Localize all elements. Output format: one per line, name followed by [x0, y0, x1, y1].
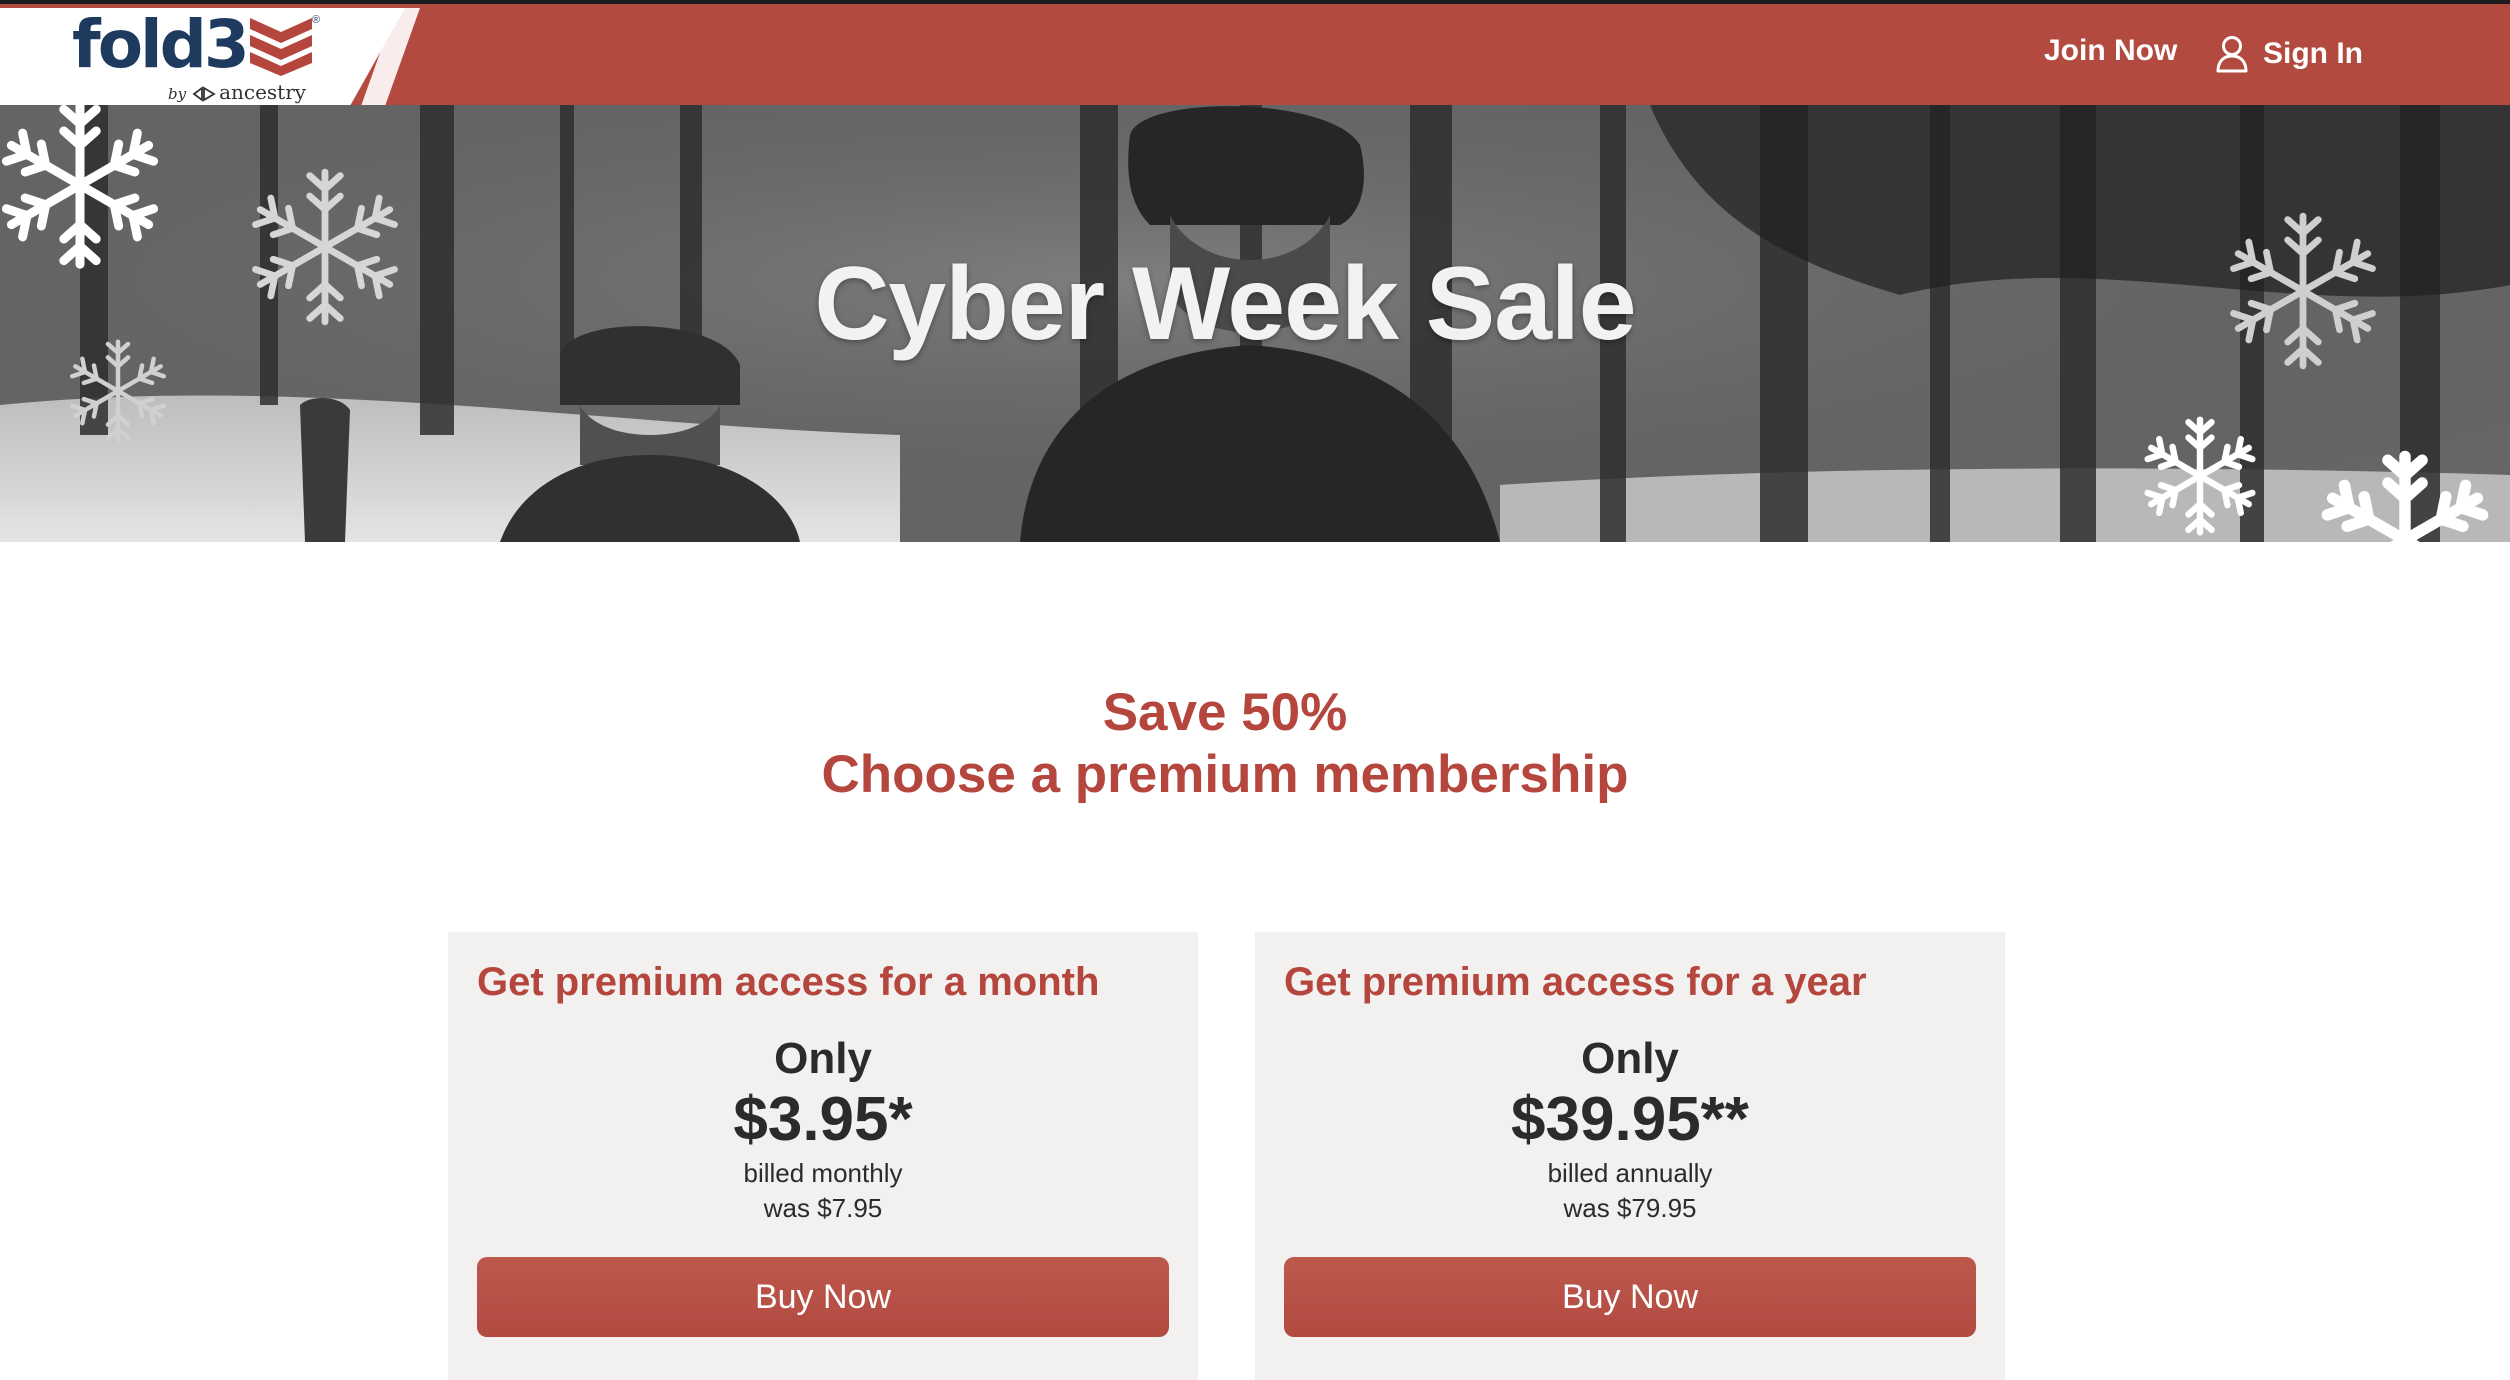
plan-price: $3.95*	[733, 1085, 913, 1154]
buy-now-monthly-button[interactable]: Buy Now	[477, 1257, 1169, 1337]
snowflake-icon	[2136, 405, 2264, 542]
logo-by-text: by	[168, 85, 187, 103]
plan-price: $39.95**	[1511, 1085, 1749, 1154]
plan-title: Get premium access for a month	[477, 960, 1100, 1004]
ancestry-leaf-icon	[192, 85, 216, 102]
logo-byline: by ancestry	[168, 80, 306, 104]
discount-headline: Save 50%	[1102, 683, 1348, 742]
plan-card-monthly: Get premium access for a month Only $3.9…	[448, 932, 1198, 1380]
sign-in-link[interactable]: Sign In	[2215, 32, 2363, 76]
plan-billing: billed monthly	[743, 1158, 903, 1188]
site-header: fold3 ® by ancestry Join Now Sign In	[0, 0, 2510, 109]
user-icon	[2216, 36, 2248, 73]
hero-title: Cyber Week Sale	[814, 246, 1636, 362]
plan-original-price: was $79.95	[1563, 1193, 1697, 1223]
registered-mark: ®	[312, 14, 321, 26]
snowflake-icon	[2310, 445, 2500, 542]
plan-billing: billed annually	[1547, 1158, 1713, 1188]
plan-original-price: was $7.95	[763, 1193, 883, 1223]
sign-in-label: Sign In	[2263, 37, 2363, 70]
membership-subheadline: Choose a premium membership	[821, 745, 1629, 804]
buy-now-annual-button[interactable]: Buy Now	[1284, 1257, 1976, 1337]
plan-card-annual: Get premium access for a year Only $39.9…	[1255, 932, 2005, 1380]
fold3-logo-text[interactable]: fold3	[72, 10, 250, 80]
plan-title: Get premium access for a year	[1284, 960, 1867, 1004]
promo-heading: Save 50% Choose a premium membership	[0, 682, 2450, 806]
plan-only-label: Only	[1581, 1034, 1679, 1083]
logo-parent-text: ancestry	[219, 80, 307, 104]
hero-banner: Cyber Week Sale	[0, 105, 2510, 542]
join-now-link[interactable]: Join Now	[2044, 34, 2177, 68]
fold3-chevron-icon	[250, 18, 312, 76]
plan-only-label: Only	[774, 1034, 872, 1083]
